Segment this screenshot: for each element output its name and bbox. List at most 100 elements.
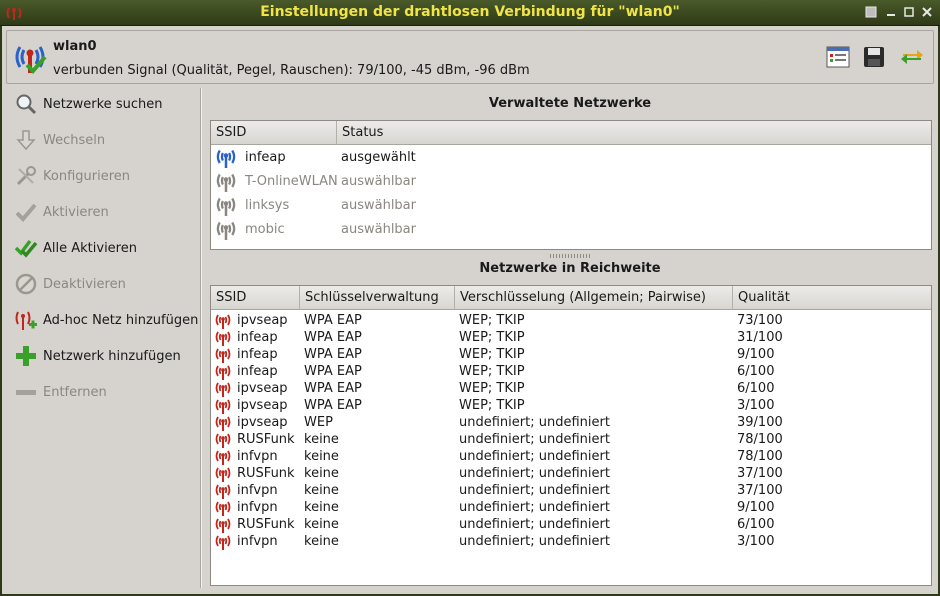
- wifi-signal-icon: [215, 433, 231, 448]
- add-adhoc-network-label: Ad-hoc Netz hinzufügen: [43, 312, 199, 328]
- inrange-key-management: WPA EAP: [304, 381, 362, 396]
- activate-all-button[interactable]: Alle Aktivieren: [8, 234, 200, 262]
- inrange-ssid: infeap: [237, 330, 278, 345]
- title-bar[interactable]: Einstellungen der drahtlosen Verbindung …: [0, 0, 940, 26]
- activate-button[interactable]: Aktivieren: [8, 198, 200, 226]
- wifi-signal-icon: [216, 149, 236, 168]
- column-header-key-management[interactable]: Schlüsselverwaltung: [300, 286, 455, 310]
- inrange-network-row[interactable]: infvpn keine undefiniert; undefiniert 37/10…: [211, 482, 931, 499]
- check-icon: [15, 203, 37, 222]
- wifi-signal-icon: [216, 173, 236, 192]
- inrange-quality: 9/100: [737, 347, 775, 362]
- inrange-key-management: WEP: [304, 415, 333, 430]
- inrange-key-management: keine: [304, 449, 339, 464]
- save-button[interactable]: [861, 44, 887, 70]
- wifi-signal-icon: [216, 197, 236, 216]
- managed-network-row[interactable]: infeap ausgewählt: [211, 146, 931, 170]
- inrange-encryption: undefiniert; undefiniert: [459, 415, 610, 430]
- inrange-encryption: WEP; TKIP: [459, 347, 525, 362]
- inrange-network-row[interactable]: infeap WPA EAP WEP; TKIP 9/100: [211, 346, 931, 363]
- inrange-networks-table: SSID Schlüsselverwaltung Verschlüsselung…: [210, 285, 932, 586]
- remove-button[interactable]: Entfernen: [8, 378, 200, 406]
- inrange-quality: 9/100: [737, 500, 775, 515]
- activate-all-label: Alle Aktivieren: [43, 240, 137, 256]
- inrange-network-row[interactable]: RUSFunk keine undefiniert; undefiniert 37/1…: [211, 465, 931, 482]
- minimize-button[interactable]: [884, 6, 898, 20]
- inrange-ssid: infvpn: [237, 449, 278, 464]
- deactivate-label: Deaktivieren: [43, 276, 126, 292]
- shade-window-button[interactable]: [864, 6, 878, 20]
- managed-network-row[interactable]: mobic auswählbar: [211, 218, 931, 242]
- switch-button[interactable]: Wechseln: [8, 126, 200, 154]
- column-header-ssid[interactable]: SSID: [211, 121, 337, 145]
- inrange-network-row[interactable]: ipvseap WPA EAP WEP; TKIP 73/100: [211, 312, 931, 329]
- connection-status: verbunden Signal (Qualität, Pegel, Rausc…: [53, 63, 530, 78]
- reconnect-button[interactable]: [899, 44, 925, 70]
- plus-icon: [16, 346, 36, 366]
- managed-ssid: infeap: [245, 150, 286, 165]
- inrange-network-row[interactable]: RUSFunk keine undefiniert; undefiniert 6/10…: [211, 516, 931, 533]
- add-adhoc-network-button[interactable]: Ad-hoc Netz hinzufügen: [8, 306, 200, 334]
- inrange-network-row[interactable]: ipvseap WPA EAP WEP; TKIP 3/100: [211, 397, 931, 414]
- managed-ssid: mobic: [245, 222, 285, 237]
- close-button[interactable]: [920, 6, 934, 20]
- scan-networks-button[interactable]: Netzwerke suchen: [8, 90, 200, 118]
- inrange-network-row[interactable]: ipvseap WPA EAP WEP; TKIP 6/100: [211, 380, 931, 397]
- inrange-encryption: undefiniert; undefiniert: [459, 534, 610, 549]
- managed-network-row[interactable]: linksys auswählbar: [211, 194, 931, 218]
- managed-ssid: T-OnlineWLAN: [245, 174, 338, 189]
- forbidden-icon: [15, 273, 37, 295]
- column-header-quality[interactable]: Qualität: [733, 286, 933, 310]
- add-network-button[interactable]: Netzwerk hinzufügen: [8, 342, 200, 370]
- maximize-icon: [904, 7, 914, 17]
- inrange-network-row[interactable]: infeap WPA EAP WEP; TKIP 6/100: [211, 363, 931, 380]
- magnifier-icon: [16, 94, 37, 115]
- maximize-button[interactable]: [902, 6, 916, 20]
- pane-splitter[interactable]: [550, 254, 590, 258]
- managed-status: auswählbar: [341, 174, 416, 189]
- refresh-arrows-icon: [901, 50, 923, 64]
- inrange-encryption: undefiniert; undefiniert: [459, 500, 610, 515]
- inrange-network-row[interactable]: infeap WPA EAP WEP; TKIP 31/100: [211, 329, 931, 346]
- column-header-ssid[interactable]: SSID: [211, 286, 300, 310]
- info-button[interactable]: [825, 44, 851, 70]
- column-header-status[interactable]: Status: [337, 121, 933, 145]
- adhoc-add-icon: [15, 311, 37, 330]
- minimize-icon: [887, 14, 895, 16]
- inrange-encryption: WEP; TKIP: [459, 381, 525, 396]
- inrange-network-row[interactable]: ipvseap WEP undefiniert; undefiniert 39/100: [211, 414, 931, 431]
- managed-status: ausgewählt: [341, 150, 416, 165]
- inrange-quality: 39/100: [737, 415, 783, 430]
- managed-networks-title: Verwaltete Netzwerke: [488, 96, 652, 111]
- inrange-ssid: infeap: [237, 364, 278, 379]
- inrange-key-management: keine: [304, 517, 339, 532]
- inrange-quality: 6/100: [737, 364, 775, 379]
- inrange-network-row[interactable]: infvpn keine undefiniert; undefiniert 78/10…: [211, 448, 931, 465]
- inrange-encryption: WEP; TKIP: [459, 364, 525, 379]
- inrange-quality: 73/100: [737, 313, 783, 328]
- inrange-network-row[interactable]: infvpn keine undefiniert; undefiniert 3/100: [211, 533, 931, 550]
- inrange-encryption: undefiniert; undefiniert: [459, 432, 610, 447]
- managed-network-row[interactable]: T-OnlineWLAN auswählbar: [211, 170, 931, 194]
- inrange-networks-title: Netzwerke in Reichweite: [479, 261, 661, 276]
- configure-button[interactable]: Konfigurieren: [8, 162, 200, 190]
- deactivate-button[interactable]: Deaktivieren: [8, 270, 200, 298]
- inrange-network-row[interactable]: infvpn keine undefiniert; undefiniert 9/100: [211, 499, 931, 516]
- wifi-signal-icon: [215, 331, 231, 346]
- inrange-encryption: undefiniert; undefiniert: [459, 517, 610, 532]
- configure-label: Konfigurieren: [43, 168, 131, 184]
- sidebar-divider[interactable]: [200, 88, 202, 588]
- wifi-signal-icon: [215, 399, 231, 414]
- inrange-key-management: keine: [304, 500, 339, 515]
- inrange-ssid: infvpn: [237, 534, 278, 549]
- column-header-encryption[interactable]: Verschlüsselung (Allgemein; Pairwise): [455, 286, 733, 310]
- inrange-quality: 3/100: [737, 398, 775, 413]
- inrange-network-row[interactable]: RUSFunk keine undefiniert; undefiniert 78/1…: [211, 431, 931, 448]
- inrange-ssid: infeap: [237, 347, 278, 362]
- inrange-quality: 3/100: [737, 534, 775, 549]
- wifi-signal-icon: [215, 365, 231, 380]
- managed-status: auswählbar: [341, 222, 416, 237]
- interface-header: wlan0 verbunden Signal (Qualität, Pegel,…: [6, 30, 934, 84]
- close-icon: [922, 7, 932, 17]
- interface-name: wlan0: [53, 39, 97, 54]
